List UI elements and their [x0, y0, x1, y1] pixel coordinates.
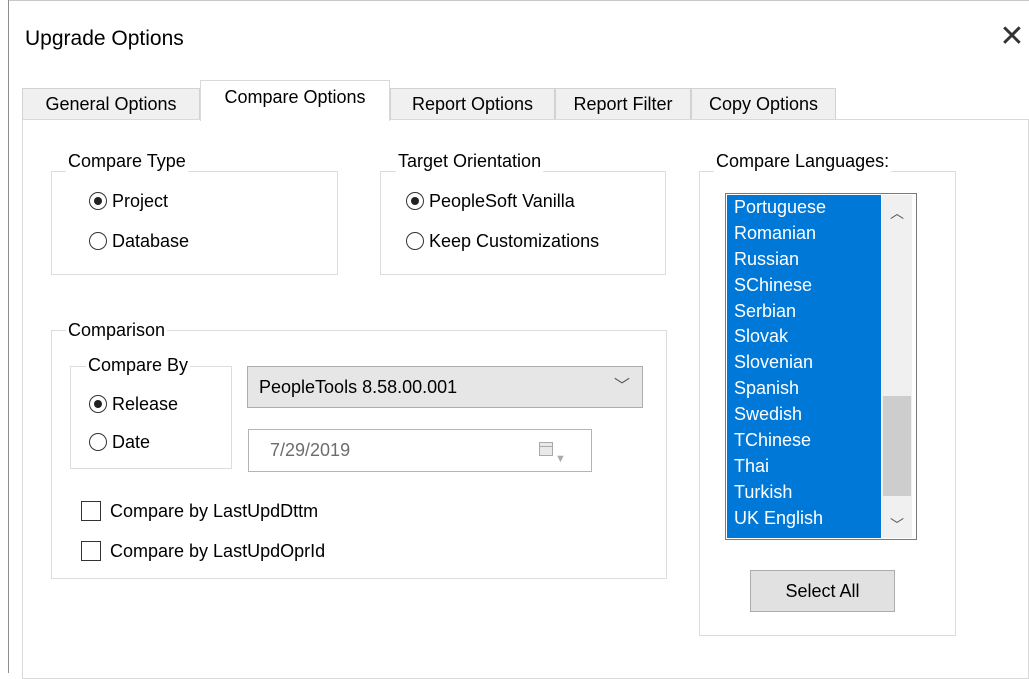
compare-by-label: Compare By [86, 354, 191, 376]
language-item[interactable]: Turkish [727, 480, 881, 506]
compare-languages-label: Compare Languages: [714, 150, 892, 172]
calendar-icon[interactable] [539, 442, 553, 456]
tab-report-filter[interactable]: Report Filter [555, 88, 691, 119]
tab-report-options[interactable]: Report Options [390, 88, 555, 119]
radio-keep-customizations-indicator[interactable] [406, 232, 424, 250]
radio-peoplesoft-vanilla-indicator[interactable] [406, 192, 424, 210]
select-all-button[interactable]: Select All [750, 570, 895, 612]
radio-database[interactable]: Database [89, 229, 189, 253]
language-item[interactable]: Romanian [727, 221, 881, 247]
scroll-down-icon[interactable]: ﹀ [882, 513, 912, 537]
tab-copy-options[interactable]: Copy Options [691, 88, 836, 119]
window-left-border [8, 0, 9, 673]
window-top-border [8, 0, 1029, 1]
radio-keep-customizations[interactable]: Keep Customizations [406, 229, 599, 253]
calendar-dropdown-icon[interactable]: ▼ [555, 439, 566, 479]
language-item[interactable]: Serbian [727, 299, 881, 325]
radio-project-label: Project [112, 191, 169, 211]
dialog-title: Upgrade Options [25, 27, 184, 50]
language-item[interactable]: Portuguese [727, 195, 881, 221]
radio-keep-customizations-label: Keep Customizations [429, 231, 600, 251]
language-item[interactable]: SChinese [727, 273, 881, 299]
radio-release-label: Release [112, 394, 179, 414]
scroll-up-icon[interactable]: ︿ [882, 201, 912, 225]
radio-peoplesoft-vanilla-label: PeopleSoft Vanilla [429, 191, 575, 211]
compare-type-label: Compare Type [66, 150, 188, 172]
chevron-down-icon[interactable]: ﹀ [614, 367, 630, 407]
target-orientation-label: Target Orientation [396, 150, 544, 172]
radio-date[interactable]: Date [89, 430, 150, 454]
language-item[interactable]: TChinese [727, 428, 881, 454]
date-field-value: 7/29/2019 [270, 440, 351, 460]
radio-project[interactable]: Project [89, 189, 168, 213]
tab-general-options[interactable]: General Options [22, 88, 200, 119]
tab-compare-options[interactable]: Compare Options [200, 80, 390, 121]
target-orientation-group [380, 171, 666, 275]
checkbox-compare-by-lastupddttm-label: Compare by LastUpdDttm [110, 501, 319, 521]
languages-listbox[interactable]: Portuguese Romanian Russian SChinese Ser… [725, 193, 917, 540]
radio-database-label: Database [112, 231, 190, 251]
language-item[interactable]: Slovenian [727, 350, 881, 376]
radio-project-indicator[interactable] [89, 192, 107, 210]
radio-date-label: Date [112, 432, 151, 452]
checkbox-compare-by-lastupdoprid[interactable]: Compare by LastUpdOprId [81, 539, 325, 563]
languages-list-items: Portuguese Romanian Russian SChinese Ser… [727, 195, 881, 538]
comparison-label: Comparison [66, 319, 168, 341]
radio-database-indicator[interactable] [89, 232, 107, 250]
date-field[interactable]: 7/29/2019 ▼ [248, 429, 592, 472]
scroll-thumb[interactable] [883, 396, 911, 496]
language-item[interactable]: Russian [727, 247, 881, 273]
compare-type-group [51, 171, 338, 275]
checkbox-compare-by-lastupddttm[interactable]: Compare by LastUpdDttm [81, 499, 318, 523]
radio-date-indicator[interactable] [89, 433, 107, 451]
checkbox-compare-by-lastupdoprid-label: Compare by LastUpdOprId [110, 541, 326, 561]
languages-scrollbar[interactable]: ︿ ﹀ [882, 195, 912, 538]
release-select-value: PeopleTools 8.58.00.001 [259, 377, 458, 397]
radio-peoplesoft-vanilla[interactable]: PeopleSoft Vanilla [406, 189, 575, 213]
language-item[interactable]: Slovak [727, 324, 881, 350]
language-item[interactable]: Thai [727, 454, 881, 480]
radio-release-indicator[interactable] [89, 395, 107, 413]
language-item[interactable]: UK English [727, 506, 881, 532]
language-item[interactable]: Swedish [727, 402, 881, 428]
checkbox-compare-by-lastupdoprid-box[interactable] [81, 541, 101, 561]
release-select[interactable]: PeopleTools 8.58.00.001 ﹀ [247, 366, 643, 408]
language-item[interactable]: Spanish [727, 376, 881, 402]
close-icon[interactable]: ✕ [997, 20, 1027, 54]
checkbox-compare-by-lastupddttm-box[interactable] [81, 501, 101, 521]
radio-release[interactable]: Release [89, 392, 178, 416]
